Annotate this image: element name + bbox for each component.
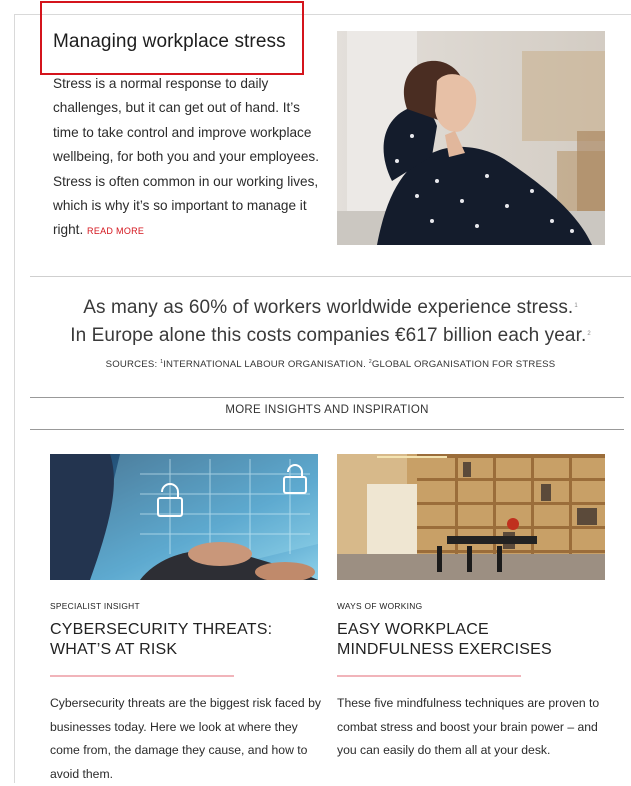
card-1-category: SPECIALIST INSIGHT <box>50 601 140 611</box>
card-2-title[interactable]: EASY WORKPLACE MINDFULNESS EXERCISES <box>337 620 607 660</box>
read-more-link[interactable]: READ MORE <box>87 226 144 236</box>
relaxed-woman-illustration <box>337 31 605 245</box>
divider-section-top <box>30 397 624 398</box>
article-intro: Stress is a normal response to daily cha… <box>53 72 323 244</box>
stat-line-1: As many as 60% of workers worldwide expe… <box>30 297 631 319</box>
cybersecurity-illustration <box>50 454 318 580</box>
stat-line-1-ref: 1 <box>574 303 578 309</box>
article-title[interactable]: Managing workplace stress <box>53 31 286 53</box>
card-1-divider <box>50 675 234 677</box>
sources-note: SOURCES: 1INTERNATIONAL LABOUR ORGANISAT… <box>30 359 631 370</box>
relaxed-woman-image[interactable] <box>337 31 605 245</box>
card-2-category: WAYS OF WORKING <box>337 601 423 611</box>
cybersecurity-image[interactable] <box>50 454 318 580</box>
divider-section-bottom <box>30 429 624 430</box>
source1-text: INTERNATIONAL LABOUR ORGANISATION. <box>163 359 366 370</box>
card-1-title[interactable]: CYBERSECURITY THREATS: WHAT’S AT RISK <box>50 620 320 660</box>
card-2-summary: These five mindfulness techniques are pr… <box>337 696 600 758</box>
stat-line-2-ref: 2 <box>587 331 591 337</box>
card-2-divider <box>337 675 521 677</box>
stat-line-1-text: As many as 60% of workers worldwide expe… <box>83 297 574 318</box>
library-workspace-illustration <box>337 454 605 580</box>
library-workspace-image[interactable] <box>337 454 605 580</box>
sources-label: SOURCES: <box>105 359 158 370</box>
divider-top <box>30 276 631 277</box>
article-intro-text: Stress is a normal response to daily cha… <box>53 76 319 238</box>
section-heading: MORE INSIGHTS AND INSPIRATION <box>225 404 429 416</box>
card-1-summary: Cybersecurity threats are the biggest ri… <box>50 696 321 781</box>
stat-line-2-text: In Europe alone this costs companies €61… <box>70 325 587 346</box>
stat-line-2: In Europe alone this costs companies €61… <box>30 325 631 347</box>
source2-text: GLOBAL ORGANISATION FOR STRESS <box>371 359 556 370</box>
